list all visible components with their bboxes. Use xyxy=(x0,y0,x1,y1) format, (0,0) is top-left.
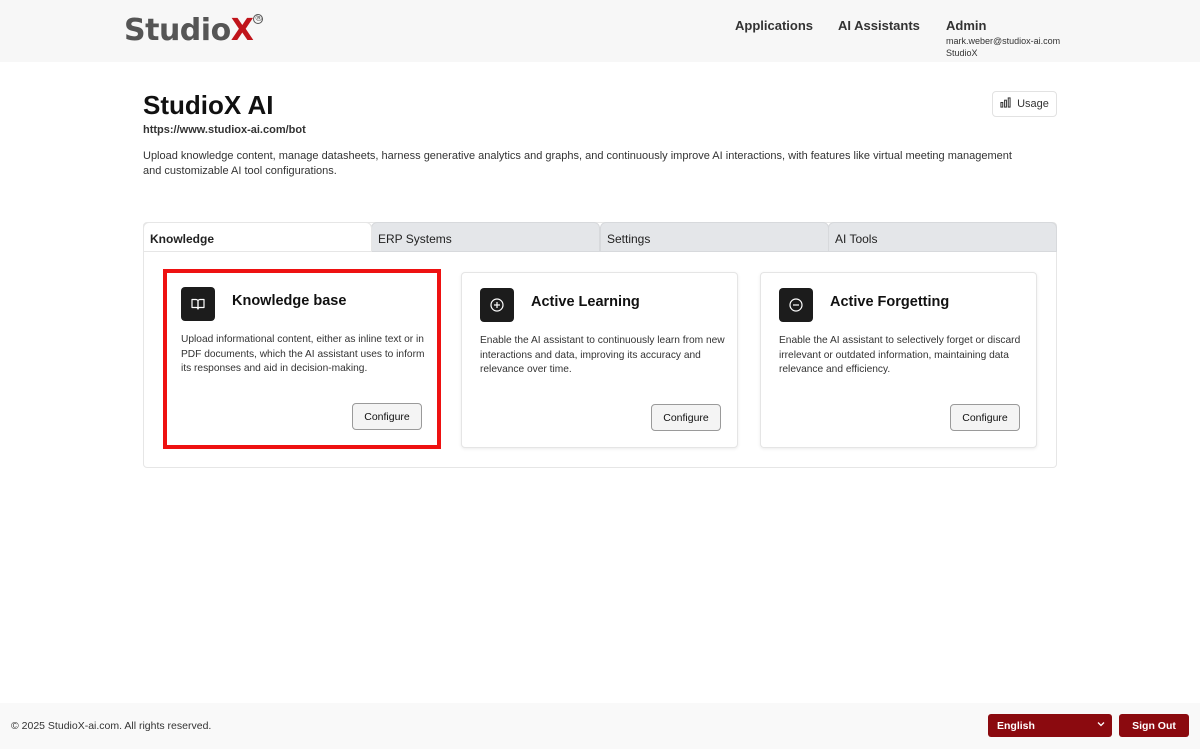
tab-knowledge[interactable]: Knowledge xyxy=(143,222,372,252)
page-title: StudioX AI xyxy=(143,90,274,120)
footer: © 2025 StudioX-ai.com. All rights reserv… xyxy=(0,703,1200,749)
language-select[interactable]: English xyxy=(988,714,1112,737)
card-title: Knowledge base xyxy=(232,293,347,309)
copyright-text: © 2025 StudioX-ai.com. All rights reserv… xyxy=(11,720,212,732)
usage-label: Usage xyxy=(1017,98,1049,110)
tab-settings[interactable]: Settings xyxy=(600,222,829,252)
card-title: Active Learning xyxy=(531,294,640,310)
tab-ai-tools[interactable]: AI Tools xyxy=(828,222,1057,252)
page-description: Upload knowledge content, manage datashe… xyxy=(143,150,1012,177)
logo-x: X xyxy=(230,13,254,48)
configure-knowledge-base-button[interactable]: Configure xyxy=(352,403,422,430)
chevron-down-icon xyxy=(1097,722,1105,727)
card-active-forgetting: Active Forgetting Enable the AI assistan… xyxy=(760,272,1037,448)
card-title: Active Forgetting xyxy=(830,294,950,310)
logo-text: Studio xyxy=(124,13,231,48)
language-value: English xyxy=(997,720,1035,732)
card-knowledge-base: Knowledge base Upload informational cont… xyxy=(163,269,441,449)
usage-button[interactable]: Usage xyxy=(992,91,1057,117)
configure-active-learning-button[interactable]: Configure xyxy=(651,404,721,431)
nav-applications[interactable]: Applications xyxy=(735,18,813,33)
card-active-learning: Active Learning Enable the AI assistant … xyxy=(461,272,738,448)
card-description: Enable the AI assistant to continuously … xyxy=(480,335,725,375)
configure-active-forgetting-button[interactable]: Configure xyxy=(950,404,1020,431)
minus-circle-icon xyxy=(779,288,813,322)
page-url: https://www.studiox-ai.com/bot xyxy=(143,124,306,136)
card-description: Upload informational content, either as … xyxy=(181,334,425,374)
book-icon xyxy=(181,287,215,321)
top-header: StudioX ® Applications AI Assistants Admi… xyxy=(0,0,1200,62)
user-menu[interactable]: Admin mark.weber@studiox-ai.com StudioX xyxy=(946,18,1060,58)
bar-chart-icon xyxy=(1000,97,1011,111)
card-description: Enable the AI assistant to selectively f… xyxy=(779,335,1021,375)
studiox-logo[interactable]: StudioX ® xyxy=(124,12,264,50)
tab-erp-systems[interactable]: ERP Systems xyxy=(371,222,600,252)
user-email: mark.weber@studiox-ai.com xyxy=(946,36,1061,46)
registered-mark: ® xyxy=(253,14,264,24)
plus-circle-icon xyxy=(480,288,514,322)
nav-ai-assistants[interactable]: AI Assistants xyxy=(838,18,920,33)
sign-out-button[interactable]: Sign Out xyxy=(1119,714,1189,737)
user-name: Admin xyxy=(946,18,987,33)
user-org: StudioX xyxy=(946,48,978,58)
